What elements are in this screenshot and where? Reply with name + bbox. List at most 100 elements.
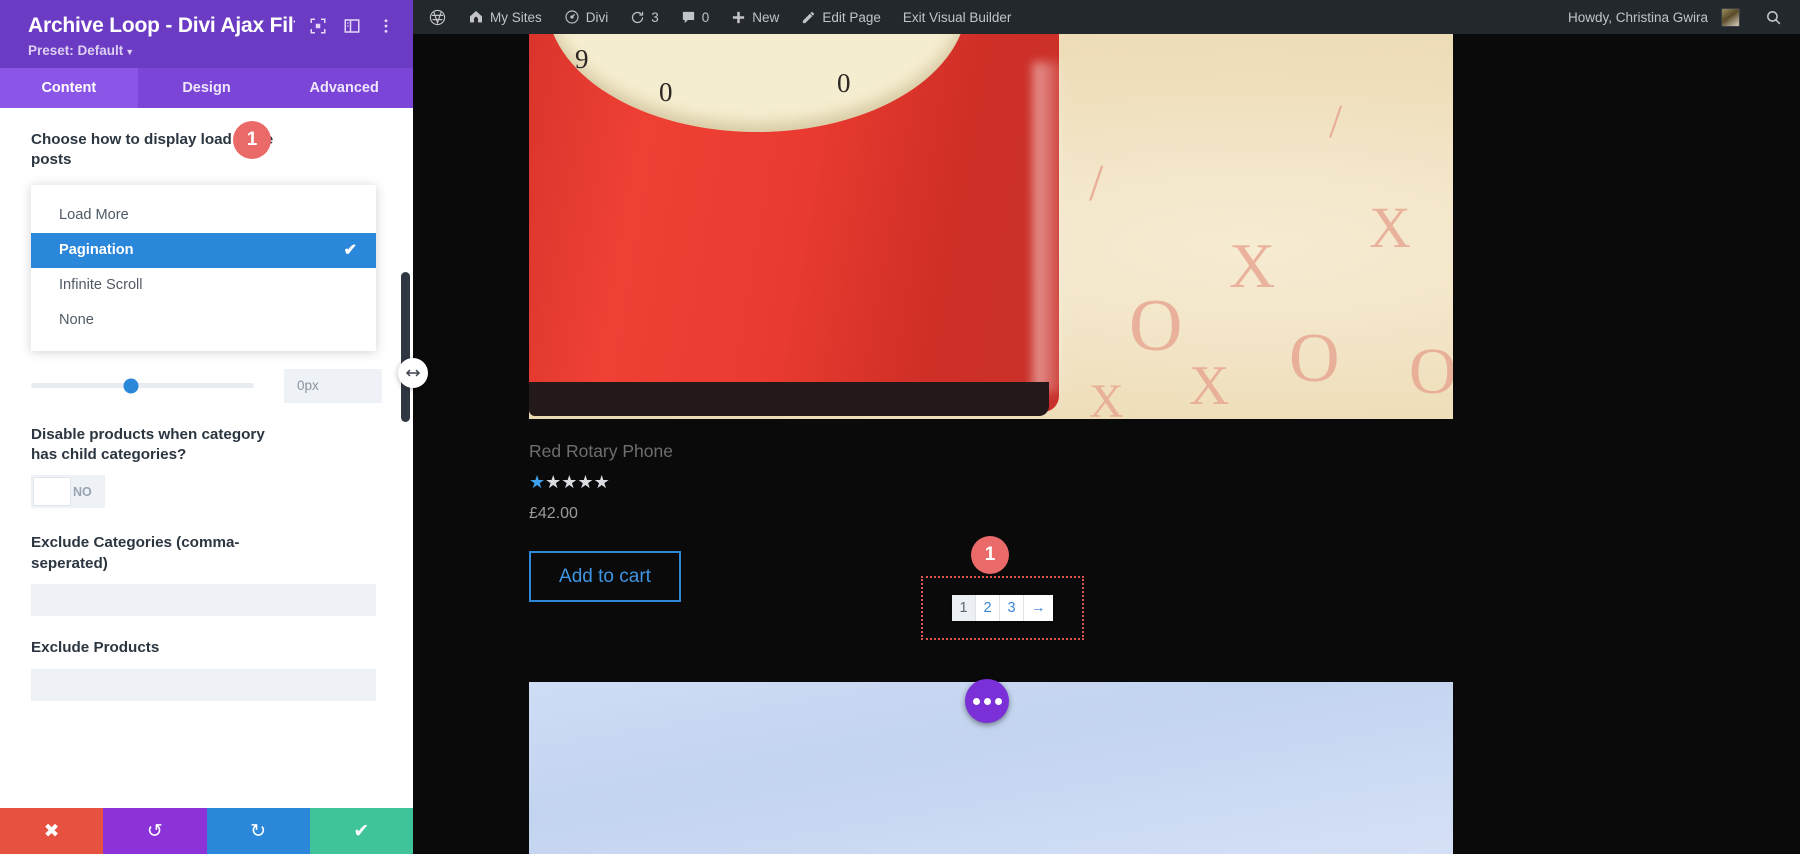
phone-dial: 9 0 0 — [547, 34, 967, 132]
my-sites-icon — [468, 9, 484, 25]
tab-advanced[interactable]: Advanced — [275, 68, 413, 108]
product-card: O X O X X / O X / 9 0 0 Red Rotary Phone… — [529, 34, 1453, 602]
field-label-exclude-categories: Exclude Categories (comma-seperated) — [31, 534, 240, 572]
adminbar-howdy-label: Howdy, Christina Gwira — [1567, 9, 1708, 25]
adminbar-item-exit-visual-builder[interactable]: Exit Visual Builder — [892, 0, 1023, 34]
phone-base — [529, 382, 1049, 416]
adminbar-search-button[interactable] — [1751, 0, 1800, 34]
module-preset-label: Preset: Default — [28, 43, 124, 58]
star-2-empty: ★ — [545, 472, 562, 492]
add-to-cart-button[interactable]: Add to cart — [529, 551, 681, 602]
discard-changes-button[interactable]: ✖ — [0, 808, 104, 854]
adminbar-label-new: New — [752, 9, 780, 25]
settings-footer-actions: ✖ ↺ ↻ ✔ — [0, 808, 413, 854]
star-3-empty: ★ — [561, 472, 578, 492]
visual-builder-screen: My Sites Divi 3 0 New Edit Page Exit Vis… — [0, 0, 1800, 854]
wordpress-logo-icon — [429, 9, 446, 26]
tab-design[interactable]: Design — [138, 68, 276, 108]
settings-body: Choose how to display load more posts 1 … — [0, 108, 413, 854]
adminbar-item-updates[interactable]: 3 — [619, 0, 670, 34]
product-title[interactable]: Red Rotary Phone — [529, 441, 1453, 462]
product-rating: ★★★★★ — [529, 472, 1453, 493]
pencil-icon — [801, 10, 816, 25]
pagination-next-arrow-icon[interactable]: → — [1024, 595, 1053, 621]
expand-module-icon[interactable] — [307, 15, 329, 37]
pagination-page-1[interactable]: 1 — [952, 595, 976, 621]
field-exclude-categories: Exclude Categories (comma-seperated) — [0, 511, 413, 617]
comments-icon — [681, 10, 696, 25]
wp-admin-bar: My Sites Divi 3 0 New Edit Page Exit Vis… — [413, 0, 1800, 34]
exclude-products-input[interactable] — [31, 668, 376, 701]
pagination-page-2[interactable]: 2 — [976, 595, 1000, 621]
adminbar-item-new[interactable]: New — [720, 0, 790, 34]
field-display-mode: Choose how to display load more posts 1 — [0, 108, 413, 171]
dropdown-option-none[interactable]: None — [31, 303, 376, 338]
more-options-button[interactable] — [965, 679, 1009, 723]
highlight-badge-pagination: 1 — [971, 536, 1009, 574]
dropdown-option-infinite-scroll[interactable]: Infinite Scroll — [31, 268, 376, 303]
plus-icon — [731, 10, 746, 25]
builder-canvas: O X O X X / O X / 9 0 0 Red Rotary Phone… — [413, 34, 1800, 854]
adminbar-label-my-sites: My Sites — [490, 9, 542, 25]
dropdown-option-none-label: None — [59, 312, 94, 329]
adminbar-label-comments: 0 — [701, 9, 710, 25]
undo-button[interactable]: ↺ — [103, 808, 207, 854]
field-label-exclude-products: Exclude Products — [31, 639, 160, 657]
module-preset-selector[interactable]: Preset: Default ▼ — [28, 43, 397, 58]
tab-content[interactable]: Content — [0, 68, 138, 108]
redo-button[interactable]: ↻ — [206, 808, 310, 854]
dropdown-option-pagination[interactable]: Pagination ✔ — [31, 232, 376, 268]
adminbar-item-wordpress[interactable] — [413, 0, 457, 34]
adminbar-item-divi[interactable]: Divi — [553, 0, 620, 34]
field-slider: 0px — [31, 368, 382, 403]
avatar — [1721, 7, 1740, 27]
vertical-dots-icon[interactable] — [375, 15, 397, 37]
star-5-empty: ★ — [593, 472, 610, 492]
toggle-knob — [33, 477, 71, 507]
adminbar-item-my-sites[interactable]: My Sites — [457, 0, 553, 34]
save-changes-button[interactable]: ✔ — [309, 808, 413, 854]
dropdown-option-infinite-scroll-label: Infinite Scroll — [59, 277, 143, 294]
pagination: 1 2 3 → — [952, 595, 1053, 621]
divi-icon — [564, 9, 580, 25]
adminbar-item-comments[interactable]: 0 — [670, 0, 721, 34]
adminbar-label-updates: 3 — [651, 9, 659, 25]
pagination-highlight-box: 1 2 3 → — [921, 576, 1084, 640]
module-title-row: Archive Loop - Divi Ajax Filt... — [28, 14, 397, 38]
slider-value-input[interactable]: 0px — [284, 368, 382, 403]
exclude-categories-input[interactable] — [31, 584, 376, 617]
slider-track[interactable] — [31, 378, 254, 394]
adminbar-label-edit-page: Edit Page — [822, 9, 881, 25]
product-price: £42.00 — [529, 505, 578, 522]
updates-icon — [630, 10, 645, 25]
star-4-empty: ★ — [577, 472, 594, 492]
dropdown-option-load-more[interactable]: Load More — [31, 198, 376, 233]
more-dot-1 — [972, 697, 980, 705]
phone-body: 9 0 0 — [529, 34, 1067, 416]
module-title: Archive Loop - Divi Ajax Filt... — [28, 14, 295, 37]
display-mode-dropdown: Load More Pagination ✔ Infinite Scroll N… — [31, 184, 376, 351]
panel-layout-icon[interactable] — [341, 15, 363, 37]
dropdown-option-pagination-label: Pagination — [59, 242, 134, 259]
panel-resize-handle[interactable] — [398, 358, 428, 388]
field-exclude-products: Exclude Products — [0, 616, 413, 701]
field-disable-child-categories: Disable products when category has child… — [0, 403, 413, 512]
adminbar-item-account[interactable]: Howdy, Christina Gwira — [1557, 0, 1751, 34]
toggle-state-label: NO — [73, 484, 92, 499]
highlight-badge-display-mode: 1 — [233, 121, 271, 159]
more-dot-2 — [983, 697, 991, 705]
disable-child-toggle[interactable]: NO — [31, 475, 105, 509]
adminbar-item-edit-page[interactable]: Edit Page — [790, 0, 892, 34]
module-settings-header: Archive Loop - Divi Ajax Filt... Preset:… — [0, 0, 413, 68]
settings-panel-scrollbar[interactable] — [401, 272, 410, 422]
search-icon — [1765, 9, 1782, 26]
check-icon: ✔ — [343, 242, 357, 260]
slider-knob[interactable] — [123, 378, 139, 394]
product-image: O X O X X / O X / 9 0 0 — [529, 34, 1453, 419]
module-settings-panel: Archive Loop - Divi Ajax Filt... Preset:… — [0, 0, 413, 854]
adminbar-label-divi: Divi — [585, 9, 609, 25]
star-1-filled: ★ — [529, 472, 546, 492]
pagination-page-3[interactable]: 3 — [1000, 595, 1024, 621]
phone-highlight — [1033, 62, 1067, 392]
settings-tabs: Content Design Advanced — [0, 68, 413, 108]
